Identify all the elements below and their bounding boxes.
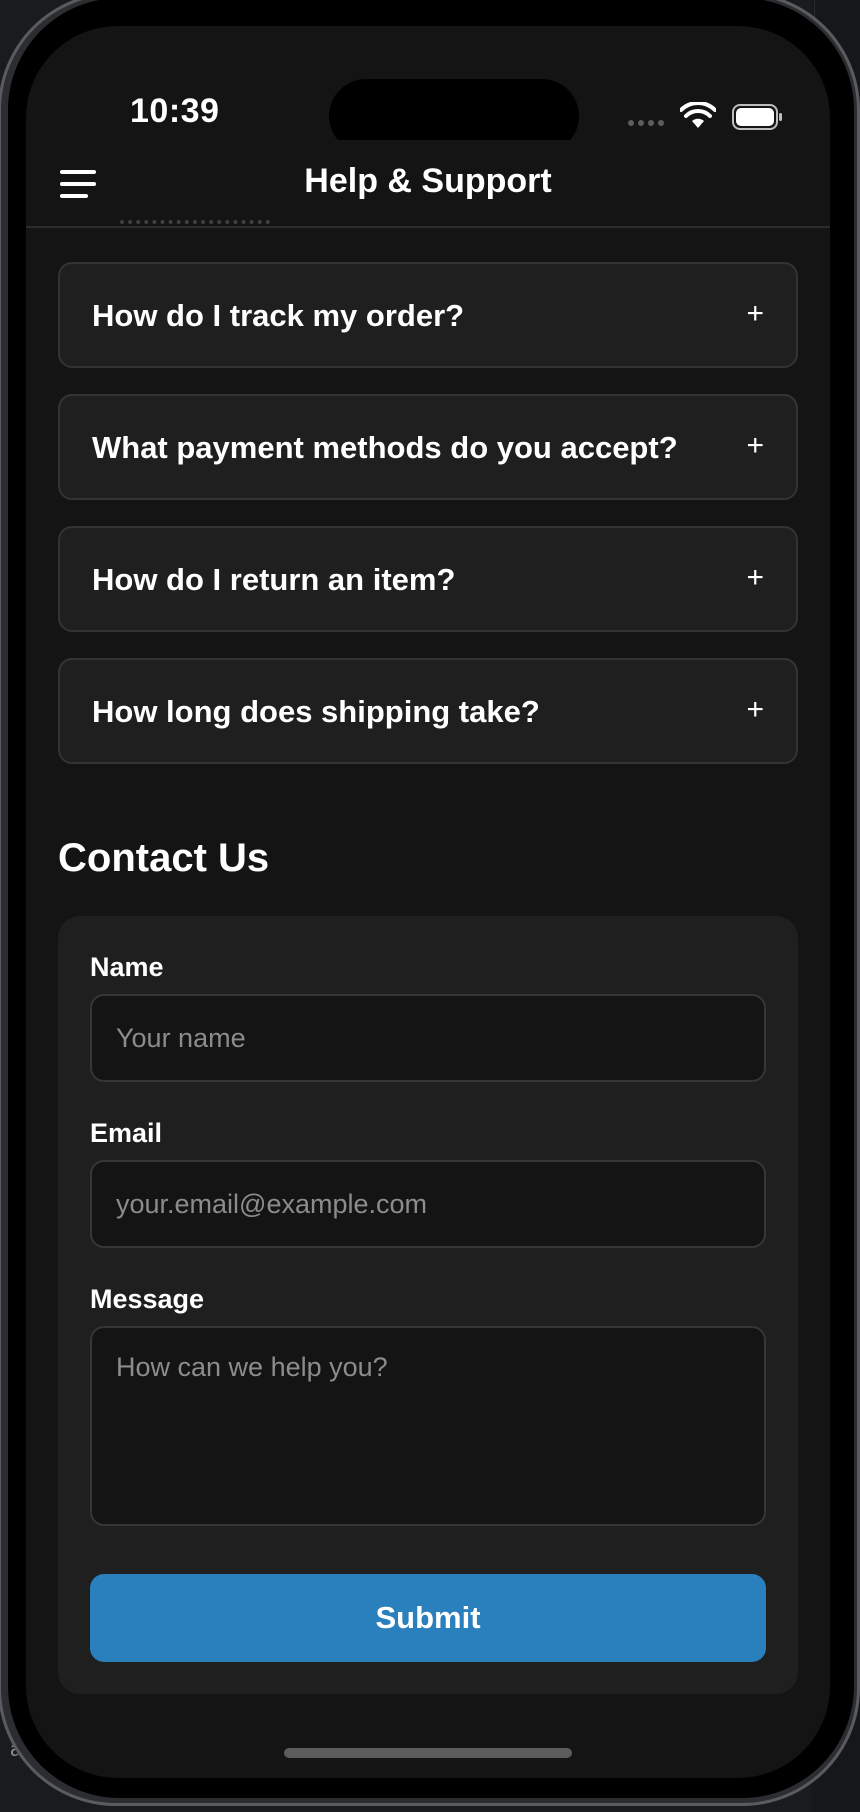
plus-icon[interactable]: + [746,693,764,727]
plus-icon[interactable]: + [746,297,764,331]
faq-item-payment-methods[interactable]: What payment methods do you accept? + [58,394,798,500]
faq-item-shipping-time[interactable]: How long does shipping take? + [58,658,798,764]
app-header: Help & Support [26,140,830,228]
email-label: Email [90,1118,163,1148]
plus-icon[interactable]: + [746,561,764,595]
faq-question: How do I return an item? [92,562,456,597]
message-field[interactable] [90,1326,766,1526]
faq-item-return-item[interactable]: How do I return an item? + [58,526,798,632]
contact-form: Name Email Message Submit [58,916,798,1694]
plus-icon[interactable]: + [746,429,764,463]
scrolled-content-edge [120,220,270,232]
name-label: Name [90,952,164,982]
phone-frame: 10:39 Help & Support How do I track my o… [0,0,860,1806]
status-time: 10:39 [130,92,220,130]
name-field[interactable] [90,994,766,1082]
faq-item-track-order[interactable]: How do I track my order? + [58,262,798,368]
faq-question: How do I track my order? [92,298,465,333]
contact-section-title: Contact Us [58,836,270,880]
faq-question: How long does shipping take? [92,694,540,729]
faq-question: What payment methods do you accept? [92,430,678,465]
submit-button[interactable]: Submit [90,1574,766,1662]
message-label: Message [90,1284,205,1314]
signal-icon [628,120,664,126]
page-title: Help & Support [304,162,552,200]
email-field[interactable] [90,1160,766,1248]
phone-screen: 10:39 Help & Support How do I track my o… [26,26,830,1778]
battery-icon [732,104,782,130]
wifi-icon [680,102,716,128]
home-indicator[interactable] [284,1748,572,1758]
